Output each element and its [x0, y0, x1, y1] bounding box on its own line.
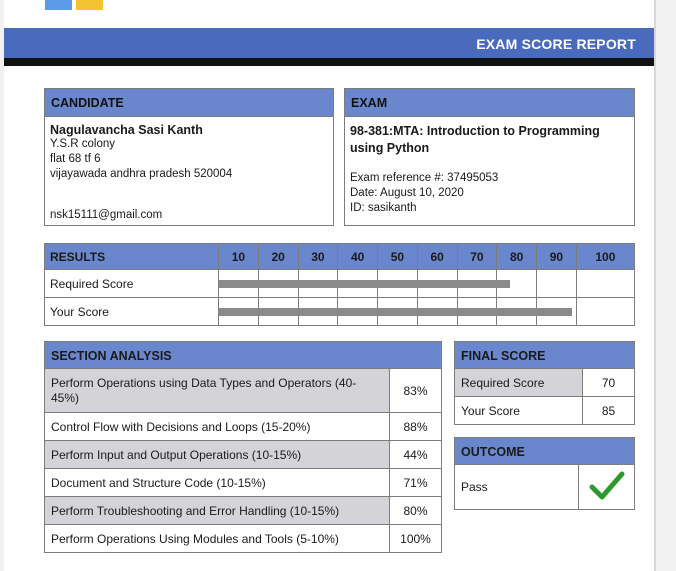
scale-label: 100 — [575, 243, 636, 270]
final-required-label: Required Score — [454, 368, 583, 397]
results-heading: RESULTS — [44, 243, 219, 270]
section-row: Perform Operations Using Modules and Too… — [44, 524, 442, 553]
outcome-result: Pass — [454, 464, 579, 510]
outcome-check-cell — [578, 464, 635, 510]
scale-label: 20 — [257, 243, 299, 270]
header-divider — [4, 58, 654, 66]
results-header-row: RESULTS 10 20 30 40 50 60 70 80 90 100 — [44, 243, 636, 270]
final-your-value: 85 — [582, 396, 635, 425]
results-row-label: Your Score — [44, 297, 219, 326]
exam-id: ID: sasikanth — [350, 202, 417, 214]
section-pct: 44% — [389, 440, 442, 469]
section-pct: 80% — [389, 496, 442, 525]
exam-date: Date: August 10, 2020 — [350, 187, 464, 199]
scale-label: 80 — [496, 243, 537, 270]
required-score-bar — [218, 279, 510, 288]
section-analysis-heading: SECTION ANALYSIS — [44, 341, 442, 369]
candidate-heading: CANDIDATE — [45, 89, 333, 117]
section-row: Perform Operations using Data Types and … — [44, 368, 442, 413]
section-pct: 71% — [389, 468, 442, 497]
scale-label: 60 — [416, 243, 458, 270]
final-your-label: Your Score — [454, 396, 583, 425]
section-pct: 88% — [389, 412, 442, 441]
candidate-address-line1: Y.S.R colony — [50, 138, 115, 150]
section-row: Control Flow with Decisions and Loops (1… — [44, 412, 442, 441]
section-name: Document and Structure Code (10-15%) — [44, 468, 390, 497]
scale-label: 90 — [536, 243, 577, 270]
scale-label: 30 — [297, 243, 339, 270]
section-row: Document and Structure Code (10-15%) 71% — [44, 468, 442, 497]
section-name: Control Flow with Decisions and Loops (1… — [44, 412, 390, 441]
section-name: Perform Troubleshooting and Error Handli… — [44, 496, 390, 525]
candidate-email: nsk15111@gmail.com — [50, 209, 163, 221]
final-your-row: Your Score 85 — [454, 396, 635, 425]
outcome-table: Pass — [454, 464, 635, 510]
section-row: Perform Troubleshooting and Error Handli… — [44, 496, 442, 525]
checkmark-icon — [589, 471, 624, 499]
section-pct: 100% — [389, 524, 442, 553]
final-required-value: 70 — [582, 368, 635, 397]
report-title: EXAM SCORE REPORT — [476, 36, 636, 52]
candidate-name: Nagulavancha Sasi Kanth — [50, 123, 203, 137]
page-edge — [654, 0, 656, 571]
exam-heading: EXAM — [345, 89, 634, 117]
scale-label: 50 — [377, 243, 418, 270]
scale-label: 10 — [218, 243, 259, 270]
exam-reference: Exam reference #: 37495053 — [350, 172, 499, 184]
your-score-bar — [218, 307, 573, 316]
outcome-heading: OUTCOME — [454, 437, 635, 465]
logo-yellow-block — [76, 0, 103, 10]
section-name: Perform Input and Output Operations (10-… — [44, 440, 390, 469]
results-row-label: Required Score — [44, 269, 219, 298]
candidate-address-line2: flat 68 tf 6 — [50, 153, 101, 165]
scale-label: 70 — [456, 243, 498, 270]
exam-title: 98-381:MTA: Introduction to Programming … — [350, 124, 600, 155]
exam-box: EXAM 98-381:MTA: Introduction to Program… — [344, 88, 635, 226]
outcome-row: Pass — [454, 464, 635, 510]
section-row: Perform Input and Output Operations (10-… — [44, 440, 442, 469]
final-score-heading: FINAL SCORE — [454, 341, 635, 369]
final-score-table: Required Score 70 Your Score 85 — [454, 368, 635, 425]
section-analysis-table: Perform Operations using Data Types and … — [44, 368, 442, 553]
final-required-row: Required Score 70 — [454, 368, 635, 397]
section-name: Perform Operations Using Modules and Too… — [44, 524, 390, 553]
section-name: Perform Operations using Data Types and … — [44, 368, 390, 413]
candidate-address-line3: vijayawada andhra pradesh 520004 — [50, 168, 233, 180]
scale-label: 40 — [337, 243, 378, 270]
report-header: EXAM SCORE REPORT — [4, 28, 654, 58]
logo-blue-block — [45, 0, 72, 10]
section-pct: 83% — [389, 368, 442, 413]
candidate-box: CANDIDATE Nagulavancha Sasi Kanth Y.S.R … — [44, 88, 334, 226]
